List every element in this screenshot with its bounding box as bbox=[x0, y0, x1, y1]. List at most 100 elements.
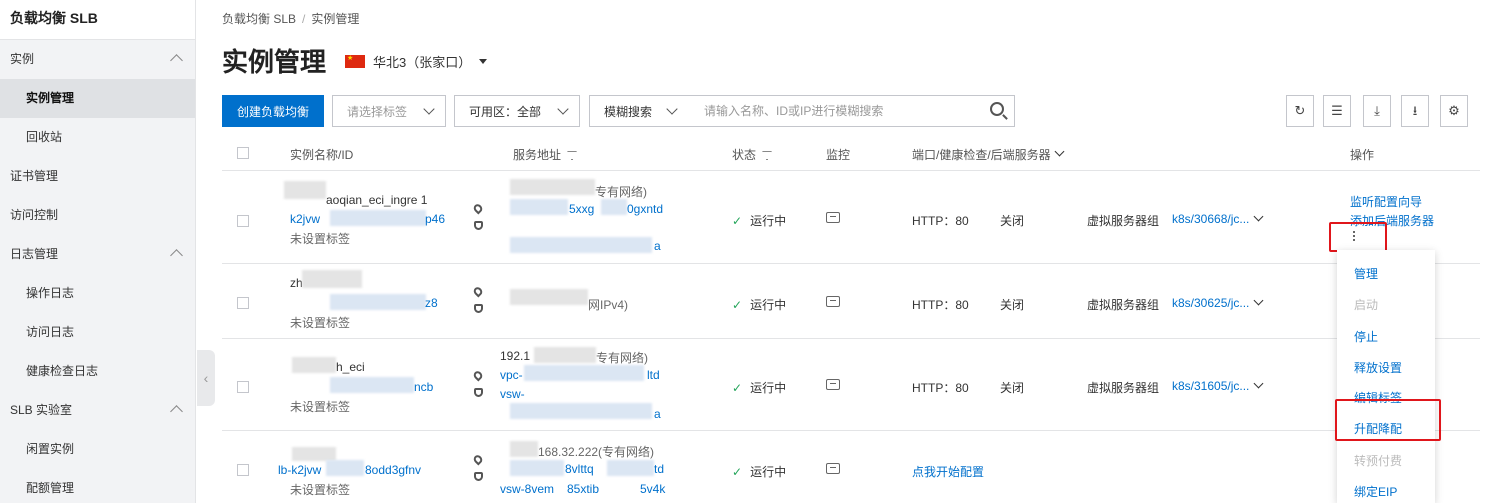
sidebar-item-health-check-logs[interactable]: 健康检查日志 bbox=[0, 352, 195, 391]
export-button[interactable]: ⭳ bbox=[1401, 95, 1429, 127]
sidebar-item-certificates[interactable]: 证书管理 bbox=[0, 157, 195, 196]
breadcrumb-root[interactable]: 负载均衡 SLB bbox=[222, 12, 296, 26]
monitor-icon[interactable] bbox=[826, 296, 840, 307]
column-status[interactable]: 状态 bbox=[732, 146, 773, 163]
sidebar-item-label: 回收站 bbox=[26, 130, 63, 144]
sidebar-group-logs[interactable]: 日志管理 bbox=[0, 235, 195, 274]
more-actions-menu: 管理 启动 停止 释放设置 编辑标签 升配降配 转预付费 绑定EIP bbox=[1337, 250, 1435, 503]
toolbar: 创建负载均衡 请选择标签 可用区：全部 模糊搜索 ↻ ☰ ⤓ ⭳ ⚙ bbox=[222, 95, 1480, 127]
listener-wizard-link[interactable]: 监听配置向导 bbox=[1350, 193, 1422, 210]
chevron-down-icon bbox=[1253, 378, 1264, 389]
monitor-icon[interactable] bbox=[826, 379, 840, 390]
sidebar-item-label: 操作日志 bbox=[26, 286, 75, 300]
location-pin-icon[interactable] bbox=[471, 285, 485, 298]
instance-id-suffix[interactable]: z8 bbox=[425, 296, 438, 310]
shield-icon[interactable] bbox=[474, 221, 483, 230]
select-all-checkbox[interactable] bbox=[237, 147, 249, 159]
instance-id-prefix[interactable]: k2jvw bbox=[290, 212, 320, 226]
vswitch-link-a[interactable]: vsw- bbox=[500, 387, 525, 401]
vswitch-link-c[interactable]: 5v4k bbox=[640, 482, 665, 496]
backend-link[interactable]: k8s/30668/jc... bbox=[1172, 211, 1264, 226]
sidebar-item-access-logs[interactable]: 访问日志 bbox=[0, 313, 195, 352]
backend-link[interactable]: k8s/31605/jc... bbox=[1172, 378, 1264, 393]
sidebar-item-label: 健康检查日志 bbox=[26, 364, 99, 378]
menu-item-to-subscription: 转预付费 bbox=[1354, 454, 1403, 468]
sidebar-item-operation-logs[interactable]: 操作日志 bbox=[0, 274, 195, 313]
port-text: HTTP：80 bbox=[912, 381, 969, 395]
sidebar-item-recycle-bin[interactable]: 回收站 bbox=[0, 118, 195, 157]
shield-icon[interactable] bbox=[474, 388, 483, 397]
row-checkbox[interactable] bbox=[237, 464, 249, 476]
instance-id-suffix[interactable]: 8odd3gfnv bbox=[365, 463, 421, 477]
vswitch-link-a[interactable]: vsw-8vem bbox=[500, 482, 554, 496]
status-cell: ✓ 运行中 bbox=[732, 212, 786, 229]
shield-icon[interactable] bbox=[474, 304, 483, 313]
status-cell: ✓ 运行中 bbox=[732, 296, 786, 313]
breadcrumb: 负载均衡 SLB / 实例管理 bbox=[222, 10, 359, 27]
monitor-icon[interactable] bbox=[826, 463, 840, 474]
filter-icon[interactable] bbox=[762, 151, 773, 160]
sidebar-item-label: 证书管理 bbox=[10, 169, 59, 183]
redacted-area bbox=[510, 179, 595, 195]
sidebar-item-quota[interactable]: 配额管理 bbox=[0, 469, 195, 503]
status-text: 运行中 bbox=[750, 298, 787, 312]
sidebar-collapse-button[interactable]: ‹ bbox=[197, 350, 215, 406]
instance-id-prefix[interactable]: lb-k2jvw bbox=[278, 463, 321, 477]
more-actions-icon[interactable] bbox=[1353, 231, 1357, 243]
redacted-area bbox=[607, 460, 654, 476]
search-icon[interactable] bbox=[990, 102, 1004, 116]
address-line-1: 专有网络) bbox=[595, 185, 647, 199]
sidebar-group-lab[interactable]: SLB 实验室 bbox=[0, 391, 195, 430]
instance-id-suffix[interactable]: ncb bbox=[414, 380, 433, 394]
row-checkbox[interactable] bbox=[237, 297, 249, 309]
vpc-link-a[interactable]: vpc- bbox=[500, 368, 523, 382]
monitor-icon[interactable] bbox=[826, 212, 840, 223]
tag-select[interactable]: 请选择标签 bbox=[332, 95, 446, 127]
vswitch-link-b[interactable]: a bbox=[654, 407, 661, 421]
sidebar-group-instance[interactable]: 实例 bbox=[0, 40, 195, 79]
search-input[interactable] bbox=[688, 95, 1015, 127]
create-load-balancer-button[interactable]: 创建负载均衡 bbox=[222, 95, 324, 127]
row-checkbox[interactable] bbox=[237, 381, 249, 393]
vswitch-link-b[interactable]: 85xtib bbox=[567, 482, 599, 496]
vswitch-link[interactable]: a bbox=[654, 239, 661, 253]
settings-button[interactable]: ⚙ bbox=[1440, 95, 1468, 127]
address-ip: 192.1 bbox=[500, 349, 531, 363]
shield-icon[interactable] bbox=[474, 472, 483, 481]
backend-type-text: 虚拟服务器组 bbox=[1087, 298, 1160, 312]
row-checkbox[interactable] bbox=[237, 215, 249, 227]
region-selector[interactable]: 华北3（张家口） bbox=[345, 52, 488, 71]
zone-select[interactable]: 可用区：全部 bbox=[454, 95, 580, 127]
redacted-area bbox=[326, 460, 364, 476]
column-ports-label: 端口/健康检查/后端服务器 bbox=[912, 148, 1051, 162]
redacted-area bbox=[292, 357, 336, 373]
search-mode-select[interactable]: 模糊搜索 bbox=[589, 95, 689, 127]
check-icon: ✓ bbox=[732, 465, 743, 479]
sidebar-item-access-control[interactable]: 访问控制 bbox=[0, 196, 195, 235]
vpc-link-b[interactable]: td bbox=[654, 462, 664, 476]
sidebar-item-label: 闲置实例 bbox=[26, 442, 75, 456]
location-pin-icon[interactable] bbox=[471, 202, 485, 215]
location-pin-icon[interactable] bbox=[471, 453, 485, 466]
menu-item-stop[interactable]: 停止 bbox=[1354, 328, 1378, 345]
menu-item-release-settings[interactable]: 释放设置 bbox=[1354, 359, 1402, 376]
vpc-link-a[interactable]: 5xxg bbox=[569, 202, 594, 216]
refresh-button[interactable]: ↻ bbox=[1286, 95, 1314, 127]
sidebar-item-idle-instances[interactable]: 闲置实例 bbox=[0, 430, 195, 469]
backend-link[interactable]: k8s/30625/jc... bbox=[1172, 295, 1264, 310]
vpc-link-b[interactable]: ltd bbox=[647, 368, 660, 382]
vpc-link-a[interactable]: 8vlttq bbox=[565, 462, 594, 476]
menu-item-manage[interactable]: 管理 bbox=[1354, 265, 1378, 282]
instance-id-suffix[interactable]: p46 bbox=[425, 212, 445, 226]
sidebar-item-instance-management[interactable]: 实例管理 bbox=[0, 79, 195, 118]
start-config-link[interactable]: 点我开始配置 bbox=[912, 463, 984, 480]
download-button[interactable]: ⤓ bbox=[1363, 95, 1391, 127]
column-address[interactable]: 服务地址 bbox=[513, 146, 578, 163]
location-pin-icon[interactable] bbox=[471, 369, 485, 382]
address-line-1: 网IPv4) bbox=[588, 298, 629, 312]
vpc-link-b[interactable]: 0gxntd bbox=[627, 202, 663, 216]
menu-item-bind-eip[interactable]: 绑定EIP bbox=[1354, 483, 1397, 500]
filter-icon[interactable] bbox=[567, 151, 578, 160]
list-view-button[interactable]: ☰ bbox=[1323, 95, 1351, 127]
column-ports[interactable]: 端口/健康检查/后端服务器 bbox=[912, 146, 1065, 163]
